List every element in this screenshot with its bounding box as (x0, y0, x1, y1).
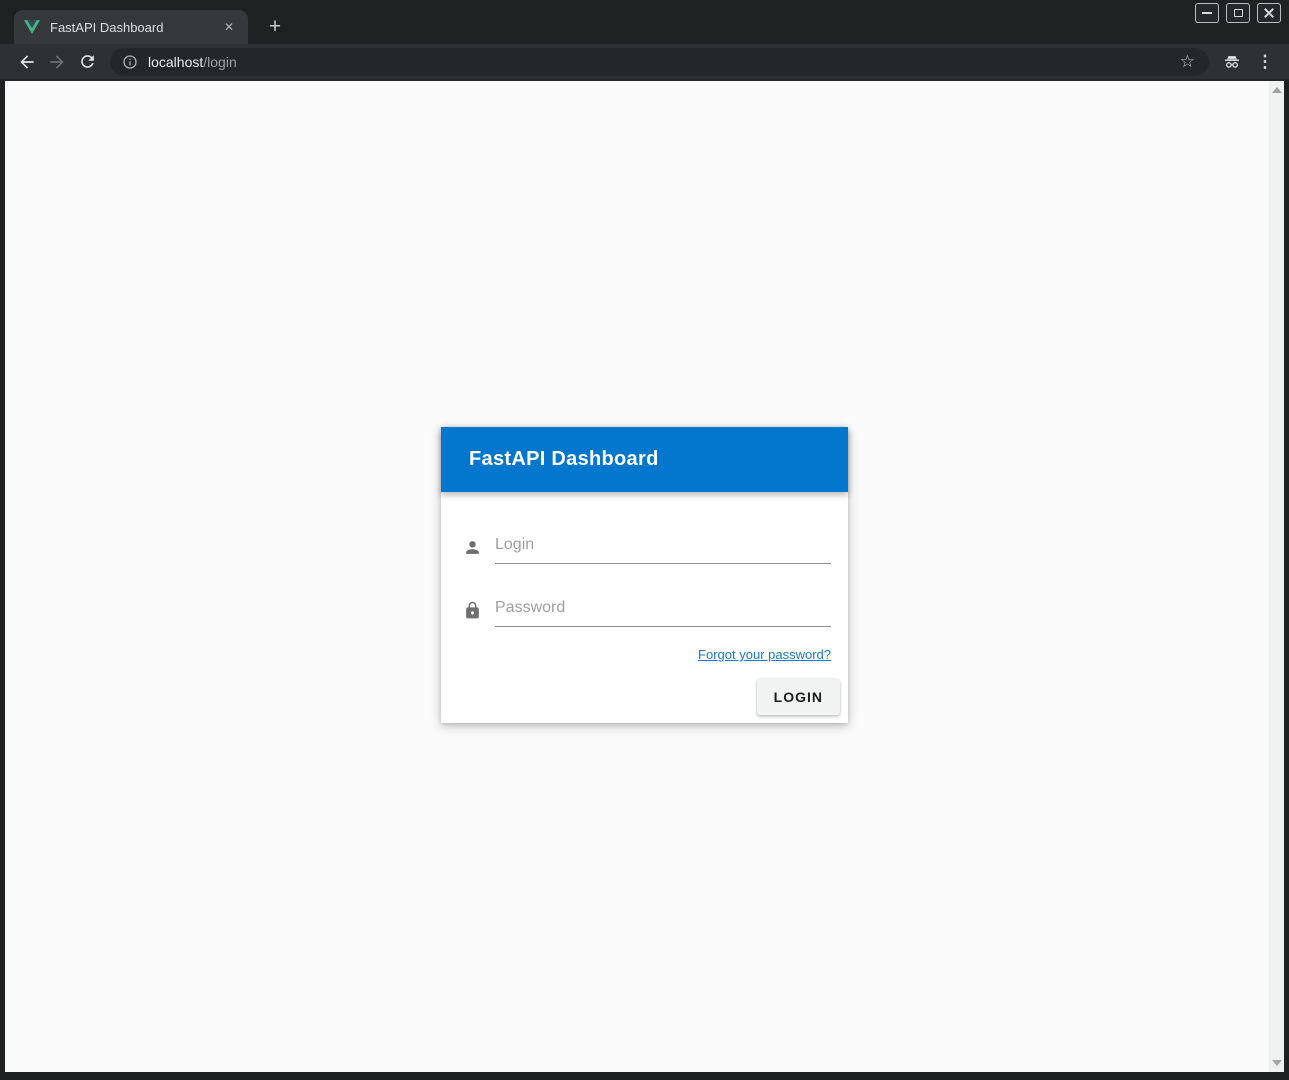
url-text: localhost/login (148, 54, 1178, 70)
page-content: FastAPI Dashboard Forgot your password? … (5, 81, 1284, 1072)
reload-button[interactable] (72, 47, 102, 77)
vue-favicon-icon (24, 20, 40, 34)
minimize-button[interactable] (1195, 3, 1219, 23)
browser-toolbar: localhost/login ☆ ⋮ (0, 44, 1289, 81)
card-title: FastAPI Dashboard (469, 448, 659, 471)
login-card: FastAPI Dashboard Forgot your password? … (441, 427, 848, 723)
lock-icon (463, 601, 482, 620)
browser-tab[interactable]: FastAPI Dashboard ✕ (14, 10, 248, 44)
forward-arrow-icon (47, 52, 67, 72)
page-scrollbar[interactable] (1269, 81, 1284, 1072)
back-arrow-icon (17, 52, 37, 72)
password-input[interactable] (495, 595, 831, 627)
maximize-button[interactable] (1226, 3, 1250, 23)
forgot-password-row: Forgot your password? (458, 646, 831, 664)
minimize-icon (1202, 12, 1212, 14)
login-input[interactable] (495, 532, 831, 564)
url-host: localhost (148, 54, 203, 70)
tab-title: FastAPI Dashboard (50, 20, 220, 35)
window-controls (1195, 3, 1281, 23)
close-icon (1264, 8, 1274, 18)
forward-button[interactable] (42, 47, 72, 77)
address-bar[interactable]: localhost/login ☆ (110, 48, 1209, 76)
person-icon (463, 538, 482, 557)
login-button[interactable]: LOGIN (757, 679, 840, 715)
maximize-icon (1234, 9, 1243, 17)
browser-titlebar: FastAPI Dashboard ✕ + (0, 0, 1289, 44)
scroll-down-icon[interactable] (1272, 1060, 1282, 1066)
browser-menu-icon[interactable]: ⋮ (1253, 52, 1277, 72)
info-icon (122, 54, 138, 70)
scroll-up-icon[interactable] (1272, 87, 1282, 93)
new-tab-button[interactable]: + (260, 12, 290, 42)
incognito-icon (1221, 51, 1243, 73)
bookmark-star-icon[interactable]: ☆ (1178, 52, 1197, 72)
url-path: /login (203, 54, 236, 70)
password-field-row (463, 595, 831, 627)
tab-close-icon[interactable]: ✕ (220, 19, 238, 35)
card-header: FastAPI Dashboard (441, 427, 848, 492)
forgot-password-link[interactable]: Forgot your password? (698, 647, 831, 662)
login-field-row (463, 532, 831, 564)
close-button[interactable] (1257, 3, 1281, 23)
reload-icon (78, 52, 97, 71)
back-button[interactable] (12, 47, 42, 77)
card-actions: LOGIN (441, 679, 848, 715)
